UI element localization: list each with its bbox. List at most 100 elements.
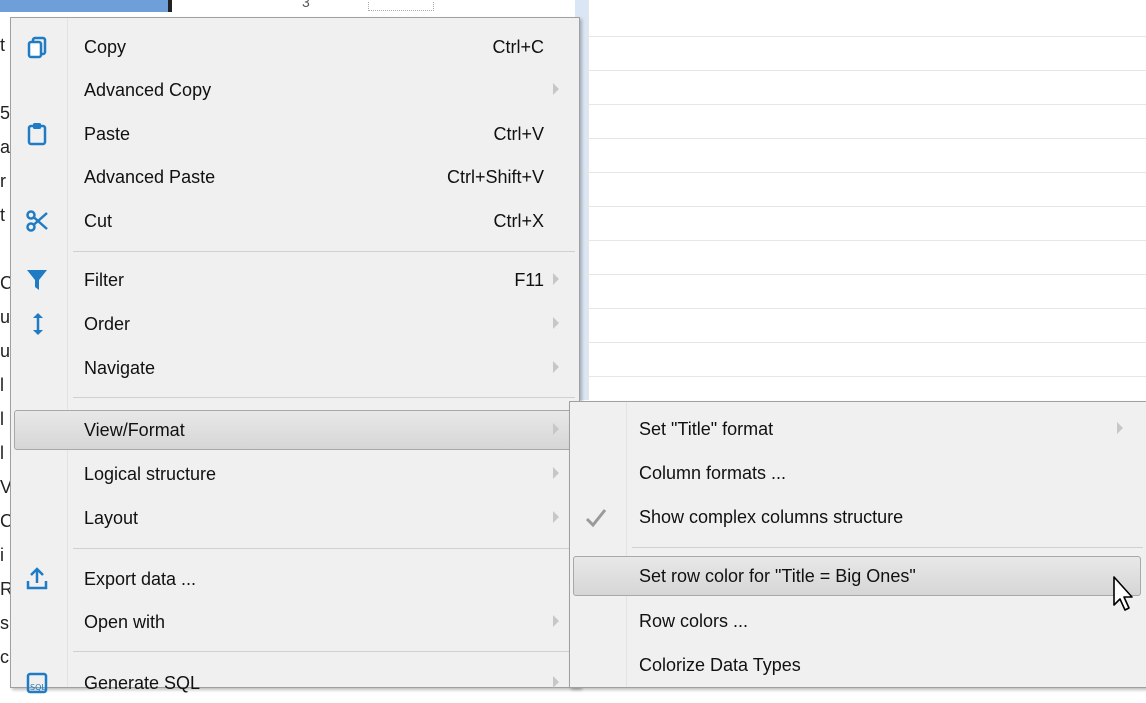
grid-vertical-line <box>588 0 589 400</box>
menu-item-label: Row colors ... <box>639 611 749 631</box>
grid-cell-fragment: r <box>0 171 6 191</box>
grid-row-line <box>575 70 1146 71</box>
grid-cell-fragment: 5 <box>0 103 11 123</box>
menu-item-open-with[interactable]: Open with <box>11 602 579 642</box>
grid-row-line <box>575 308 1146 309</box>
grid-row-line <box>575 206 1146 207</box>
grid-cell-fragment: l <box>0 375 4 395</box>
submenu-item-set-row-color[interactable]: Set row color for "Title = Big Ones" <box>570 556 1146 596</box>
svg-text:SQL: SQL <box>30 683 46 692</box>
menu-item-shortcut: Ctrl+Shift+V <box>446 167 544 187</box>
menu-separator <box>73 397 575 398</box>
menu-item-filter[interactable]: Filter F11 <box>11 260 579 300</box>
menu-item-label: Paste <box>84 124 131 144</box>
menu-item-cut[interactable]: Cut Ctrl+X <box>11 201 579 241</box>
menu-item-paste[interactable]: Paste Ctrl+V <box>11 114 579 154</box>
submenu-arrow-icon <box>553 467 559 479</box>
filter-icon <box>25 268 49 292</box>
menu-item-label: Advanced Copy <box>84 80 212 100</box>
grid-cell-fragment: i <box>0 545 4 565</box>
menu-item-label: Set row color for "Title = Big Ones" <box>639 566 916 586</box>
grid-row-line <box>575 36 1146 37</box>
sql-icon: SQL <box>25 671 49 695</box>
grid-cell-fragment: C <box>0 273 13 293</box>
grid-cell-fragment: a <box>0 137 11 157</box>
menu-item-shortcut: Ctrl+X <box>493 211 544 231</box>
grid-cell-fragment: l <box>0 443 4 463</box>
grid-cell-fragment: c <box>0 647 9 667</box>
grid-cell-fragment: u <box>0 307 11 327</box>
export-icon <box>25 567 49 591</box>
menu-item-label: Colorize Data Types <box>639 655 801 675</box>
grid-cell-fragment: t <box>0 205 6 225</box>
menu-item-label: Layout <box>84 508 139 528</box>
menu-item-navigate[interactable]: Navigate <box>11 348 579 388</box>
submenu-arrow-icon <box>553 83 559 95</box>
menu-item-label: Generate SQL <box>84 673 201 693</box>
header-hatch <box>368 2 434 11</box>
grid-cell-fragment: R <box>0 579 13 599</box>
cut-icon <box>25 209 49 233</box>
sort-icon <box>31 312 55 336</box>
menu-item-label: Open with <box>84 612 166 632</box>
menu-item-advanced-paste[interactable]: Advanced Paste Ctrl+Shift+V <box>11 157 579 197</box>
submenu-arrow-icon <box>553 361 559 373</box>
grid-row-line <box>575 342 1146 343</box>
menu-item-label: Set "Title" format <box>639 419 774 439</box>
menu-item-advanced-copy[interactable]: Advanced Copy <box>11 70 579 110</box>
menu-separator <box>73 251 575 252</box>
copy-icon <box>25 35 49 59</box>
grid-header: 3 <box>0 0 600 12</box>
header-number: 3 <box>302 0 310 10</box>
submenu-item-column-formats[interactable]: Column formats ... <box>570 453 1146 493</box>
context-menu: Copy Ctrl+C Advanced Copy Paste Ctrl+V A… <box>10 17 580 694</box>
menu-item-copy[interactable]: Copy Ctrl+C <box>11 27 579 67</box>
grid-cell-fragment: t <box>0 35 6 55</box>
menu-separator <box>632 547 1143 548</box>
submenu-arrow-icon <box>553 511 559 523</box>
menu-separator <box>73 651 575 652</box>
menu-item-label: Export data ... <box>84 569 197 589</box>
grid-cell-fragment: l <box>0 409 4 429</box>
checkmark-icon <box>584 506 608 530</box>
grid-row-line <box>575 138 1146 139</box>
menu-item-label: View/Format <box>84 420 185 440</box>
menu-item-generate-sql[interactable]: SQL Generate SQL <box>11 663 579 703</box>
submenu-item-set-title-format[interactable]: Set "Title" format <box>570 409 1146 449</box>
submenu-item-colorize-data-types[interactable]: Colorize Data Types <box>570 645 1146 685</box>
submenu-arrow-icon <box>553 676 559 688</box>
menu-item-layout[interactable]: Layout <box>11 498 579 538</box>
menu-item-label: Advanced Paste <box>84 167 216 187</box>
submenu-item-show-complex-columns[interactable]: Show complex columns structure <box>570 497 1146 537</box>
menu-item-order[interactable]: Order <box>11 304 579 344</box>
menu-item-logical-structure[interactable]: Logical structure <box>11 454 579 494</box>
menu-item-export-data[interactable]: Export data ... <box>11 559 579 599</box>
menu-item-label: Order <box>84 314 131 334</box>
grid-row-line <box>575 172 1146 173</box>
submenu-arrow-icon <box>553 317 559 329</box>
menu-item-label: Show complex columns structure <box>639 507 904 527</box>
menu-item-shortcut: Ctrl+C <box>492 37 544 57</box>
submenu-arrow-icon <box>553 615 559 627</box>
menu-item-shortcut: F11 <box>514 270 544 290</box>
submenu-arrow-icon <box>553 423 559 435</box>
menu-item-label: Logical structure <box>84 464 217 484</box>
grid-cell-fragment: s <box>0 613 9 633</box>
menu-item-label: Cut <box>84 211 113 231</box>
mouse-cursor-icon <box>1113 576 1133 611</box>
menu-item-label: Filter <box>84 270 124 290</box>
grid-cell-fragment: u <box>0 341 11 361</box>
menu-separator <box>73 548 575 549</box>
grid-row-line <box>575 240 1146 241</box>
menu-item-label: Navigate <box>84 358 156 378</box>
menu-item-shortcut: Ctrl+V <box>493 124 544 144</box>
column-divider <box>168 0 172 12</box>
view-format-submenu: Set "Title" format Column formats ... Sh… <box>569 401 1146 688</box>
grid-row-line <box>575 104 1146 105</box>
grid-cell-fragment: V <box>0 477 13 497</box>
submenu-item-row-colors[interactable]: Row colors ... <box>570 601 1146 641</box>
menu-item-label: Column formats ... <box>639 463 787 483</box>
menu-item-view-format[interactable]: View/Format <box>11 410 579 450</box>
paste-icon <box>25 122 49 146</box>
grid-cell-fragment: C <box>0 511 13 531</box>
